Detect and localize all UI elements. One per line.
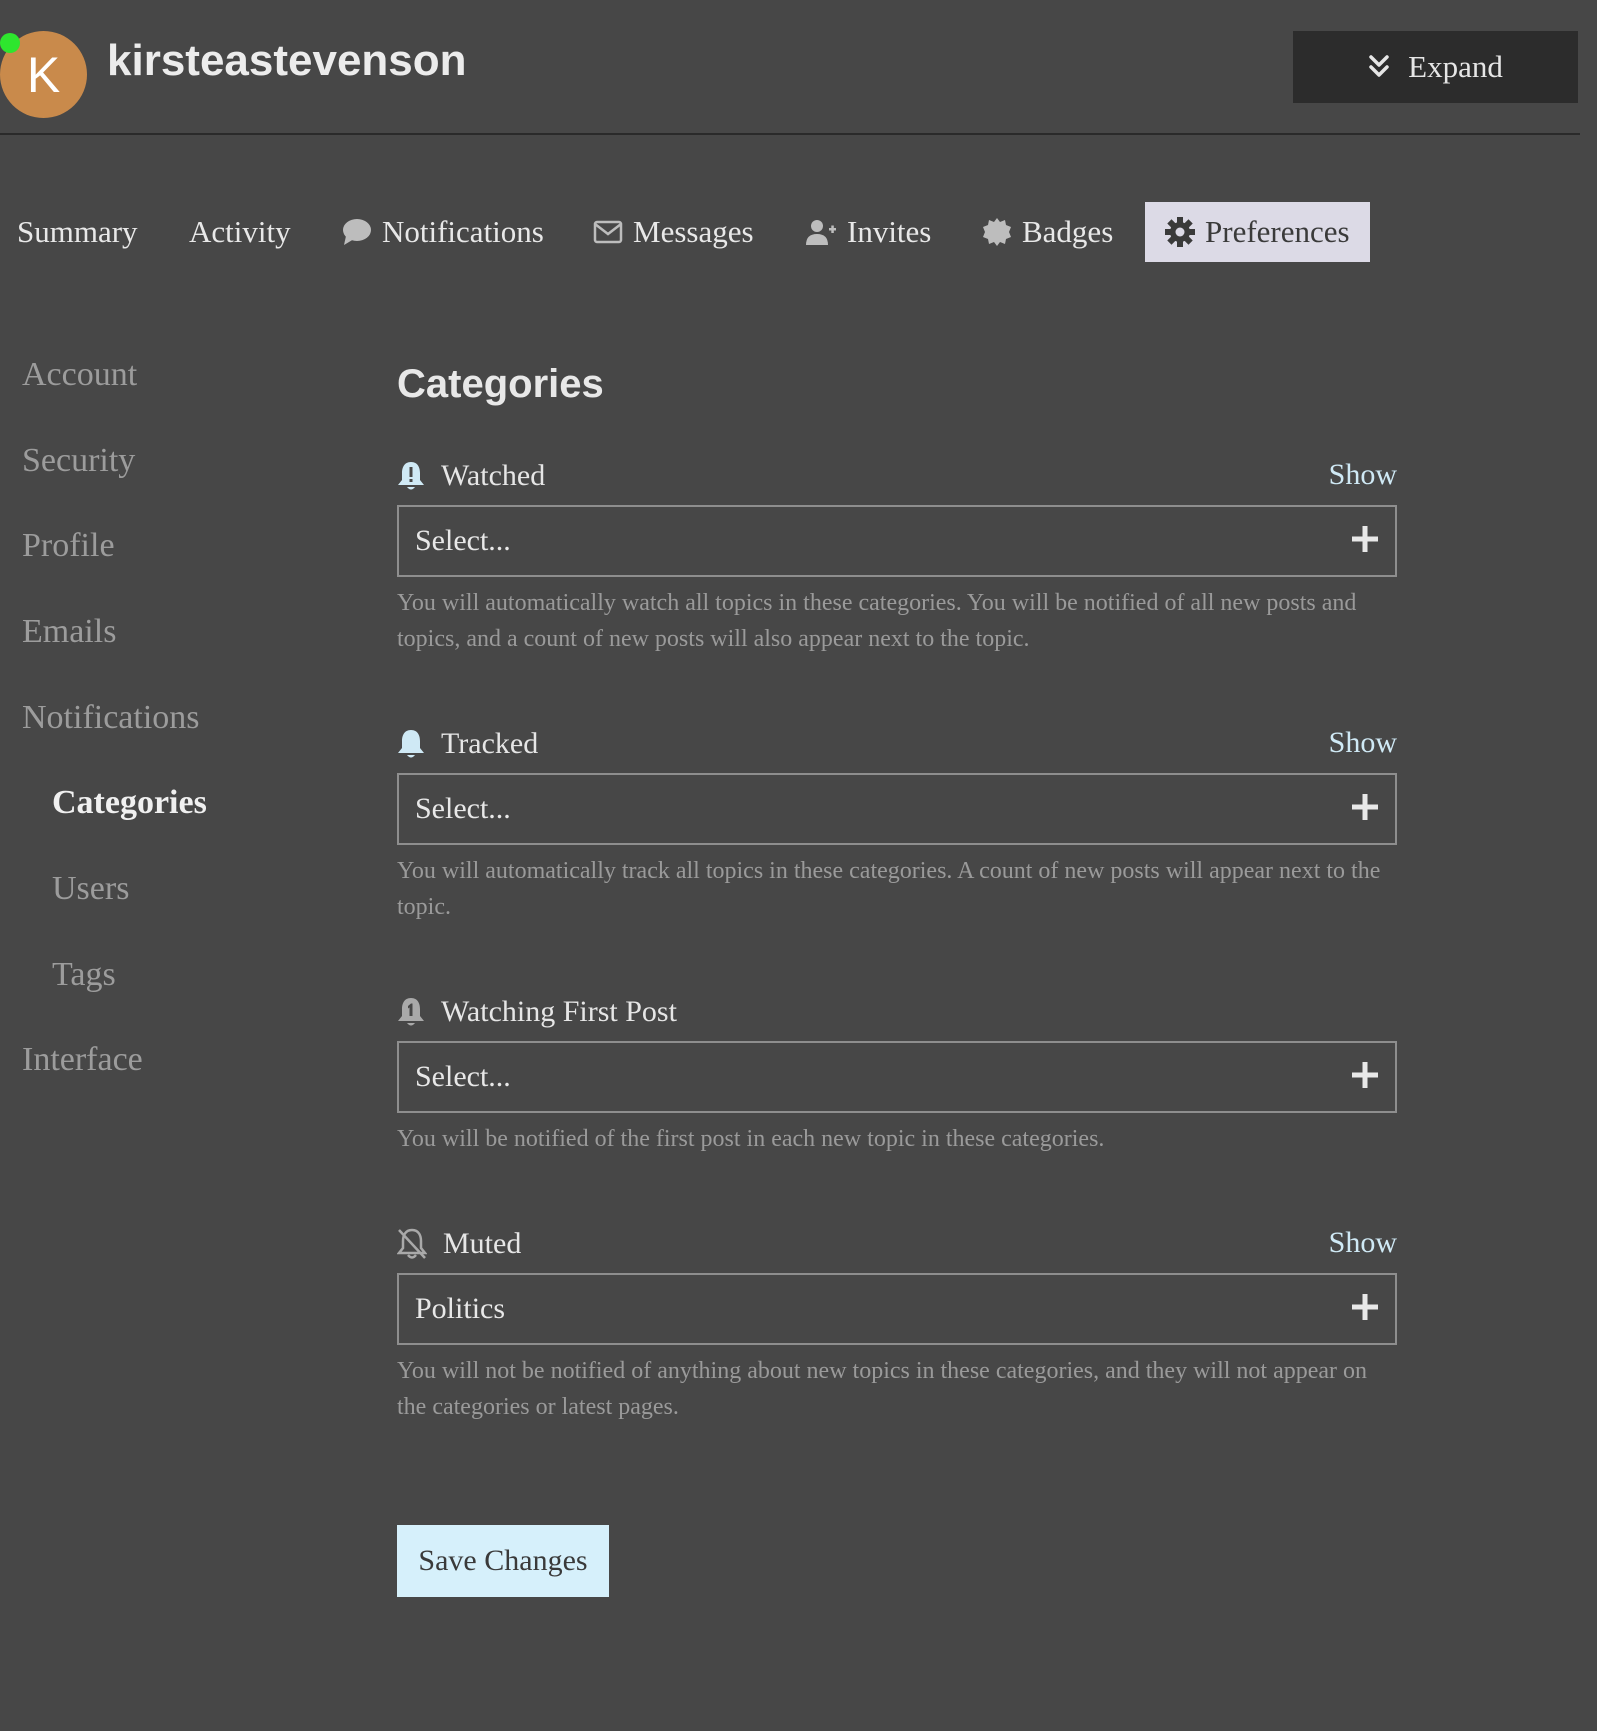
tab-summary[interactable]: Summary — [17, 202, 138, 262]
gear-icon — [1165, 217, 1195, 247]
sidebar-item-tags[interactable]: Tags — [52, 956, 116, 994]
tracked-text: Tracked — [441, 727, 539, 760]
tracked-show-link[interactable]: Show — [1277, 726, 1397, 760]
save-changes-button[interactable]: Save Changes — [397, 1525, 609, 1597]
avatar-letter: K — [26, 46, 61, 103]
tab-notifications[interactable]: Notifications — [342, 202, 544, 262]
tracked-description: You will automatically track all topics … — [397, 858, 1381, 920]
comment-icon — [343, 219, 371, 245]
tab-label: Summary — [17, 214, 138, 249]
watched-description: You will automatically watch all topics … — [397, 590, 1357, 652]
tab-activity[interactable]: Activity — [189, 202, 291, 262]
expand-label: Expand — [1408, 49, 1503, 84]
online-status-dot — [0, 33, 20, 53]
sidebar-item-emails[interactable]: Emails — [22, 613, 116, 651]
muted-label: Muted — [397, 1224, 521, 1264]
save-changes-label: Save Changes — [418, 1544, 588, 1577]
tracked-category-select[interactable]: Select... — [397, 773, 1397, 845]
plus-icon[interactable] — [1349, 1291, 1381, 1323]
watched-text: Watched — [441, 459, 546, 492]
sidebar-item-profile[interactable]: Profile — [22, 527, 115, 565]
watching-first-post-category-select[interactable]: Select... — [397, 1041, 1397, 1113]
muted-show-link[interactable]: Show — [1277, 1226, 1397, 1260]
tracked-label: Tracked — [397, 724, 538, 764]
user-plus-icon — [806, 220, 836, 245]
watching-first-post-select-value: Select... — [415, 1060, 511, 1093]
tab-label: Notifications — [382, 214, 544, 249]
double-chevron-down-icon — [1369, 55, 1389, 77]
tab-invites[interactable]: Invites — [805, 202, 931, 262]
expand-button[interactable]: Expand — [1293, 31, 1578, 103]
sidebar-item-interface[interactable]: Interface — [22, 1041, 143, 1079]
sidebar-item-security[interactable]: Security — [22, 442, 135, 480]
muted-select-value: Politics — [415, 1292, 506, 1325]
bell-slash-icon — [397, 1228, 427, 1259]
sidebar-item-users[interactable]: Users — [52, 870, 129, 908]
tab-label: Invites — [847, 214, 932, 249]
username: kirsteastevenson — [107, 36, 467, 85]
bell-icon — [398, 730, 424, 758]
bell-one-icon — [398, 998, 424, 1026]
plus-icon[interactable] — [1349, 523, 1381, 555]
page-title: Categories — [397, 362, 604, 406]
watching-first-post-description: You will be notified of the first post i… — [397, 1126, 1105, 1152]
plus-icon[interactable] — [1349, 791, 1381, 823]
user-header: K kirsteastevenson Expand — [0, 0, 1597, 135]
tab-badges[interactable]: Badges — [982, 202, 1113, 262]
header-divider — [0, 133, 1580, 135]
badge-icon — [983, 218, 1011, 246]
tab-preferences[interactable]: Preferences — [1145, 202, 1370, 262]
tab-label: Preferences — [1205, 214, 1350, 249]
tab-label: Badges — [1022, 214, 1114, 249]
muted-category-select[interactable]: Politics — [397, 1273, 1397, 1345]
watched-category-select[interactable]: Select... — [397, 505, 1397, 577]
tab-messages[interactable]: Messages — [593, 202, 754, 262]
tracked-select-value: Select... — [415, 792, 511, 825]
plus-icon[interactable] — [1349, 1059, 1381, 1091]
bell-exclamation-icon — [398, 462, 424, 490]
sidebar-item-account[interactable]: Account — [22, 356, 137, 394]
watched-show-link[interactable]: Show — [1277, 458, 1397, 492]
envelope-icon — [593, 220, 623, 244]
muted-text: Muted — [443, 1227, 522, 1260]
user-nav-tabs: Summary Activity Notifications Messages … — [0, 202, 1400, 262]
tab-label: Activity — [189, 214, 291, 249]
watching-first-post-text: Watching First Post — [441, 995, 677, 1028]
sidebar-item-categories[interactable]: Categories — [52, 784, 207, 822]
watched-select-value: Select... — [415, 524, 511, 557]
watching-first-post-label: Watching First Post — [397, 992, 677, 1032]
tab-label: Messages — [633, 214, 754, 249]
sidebar-item-notifications[interactable]: Notifications — [22, 699, 200, 737]
muted-description: You will not be notified of anything abo… — [397, 1358, 1368, 1420]
watched-label: Watched — [397, 456, 545, 496]
